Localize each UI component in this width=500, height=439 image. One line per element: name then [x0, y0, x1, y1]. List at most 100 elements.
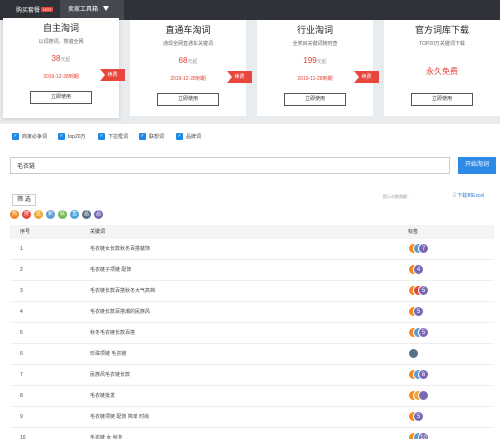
tag-blue-ocean-icon[interactable]: 蓝	[34, 210, 43, 219]
header-keyword: 关键词	[90, 229, 106, 235]
filter-dropdown-keywords[interactable]: ✓ 下拉框词	[98, 133, 128, 143]
card-official-download: 官方词库下载 TOP20万关键词下载 永久免费 立即使用	[384, 20, 500, 116]
card-price: 68元起	[130, 56, 246, 65]
table-header: 序号 关键词 标签	[10, 225, 494, 239]
tag-hot-icon[interactable]: 热	[10, 210, 19, 219]
buy-package-tab[interactable]: 购买套餐 HOT	[16, 0, 54, 20]
card-desc: TOP20万关键词下载	[419, 41, 465, 47]
row-number: 7	[20, 372, 23, 378]
row-keyword: 毛衣链子项链 配饰	[90, 267, 132, 273]
use-now-button[interactable]: 立即使用	[30, 91, 92, 104]
chevron-down-icon	[103, 6, 110, 11]
keyword-tag-icon: 5	[413, 411, 424, 422]
card-title: 官方词库下载	[414, 25, 469, 35]
row-keyword: 毛衣链批发	[90, 393, 116, 399]
top-navigation: 购买套餐 HOT 卖家工具箱	[0, 0, 500, 20]
use-now-button[interactable]: 立即使用	[411, 93, 473, 106]
row-keyword: 毛衣链 女 秋冬	[90, 435, 123, 439]
table-row[interactable]: 6 珍珠项链 毛衣链	[10, 344, 494, 365]
card-expire: 2019-11-28到期	[297, 76, 333, 82]
product-cards: 自主淘词 以词搜词，搜遍全网 38元起 2019-12-28到期 续费 立即使用…	[0, 18, 500, 118]
quota-hint: 提示次数限额：	[383, 194, 411, 199]
tag-associate-icon[interactable]: 联	[58, 210, 67, 219]
tag-brand-icon[interactable]: 品	[82, 210, 91, 219]
keyword-search-input[interactable]	[10, 157, 450, 174]
row-number: 9	[20, 414, 23, 420]
filter-brand-keywords[interactable]: ✓ 品牌词	[176, 133, 201, 143]
header-tags: 标签	[408, 229, 419, 235]
use-now-button[interactable]: 立即使用	[157, 93, 219, 106]
hot-badge: HOT	[41, 7, 54, 12]
price-unit: 元起	[60, 57, 71, 63]
row-number: 4	[20, 309, 23, 315]
filter-associated-keywords[interactable]: ✓ 联想词	[139, 133, 164, 143]
card-expire: 2019-12-28到期	[43, 74, 79, 80]
keyword-tag-icon: 5	[413, 306, 424, 317]
card-title: 自主淘词	[42, 23, 79, 33]
keyword-tag-icon	[418, 390, 429, 401]
start-search-button[interactable]: 开始淘词	[458, 157, 496, 174]
table-row[interactable]: 3 毛衣链长款百搭秋冬大气高档 5	[10, 281, 494, 302]
row-number: 10	[20, 435, 26, 439]
row-keyword: 民族风毛衣链长款	[90, 372, 131, 378]
header-no: 序号	[20, 229, 31, 235]
keyword-tag-icon: 7	[418, 243, 429, 254]
price-unit: 元起	[316, 59, 327, 65]
filter-merchant-keywords[interactable]: ✓ 商家必争词	[12, 133, 47, 143]
row-keyword: 毛衣链长款百搭潮的民族风	[90, 309, 151, 315]
table-row[interactable]: 1 毛衣链女长款秋冬百搭装饰 7	[10, 239, 494, 260]
tag-ztc-icon[interactable]: 直	[70, 210, 79, 219]
card-title: 行业淘词	[296, 25, 333, 35]
row-keyword: 毛衣链长款百搭秋冬大气高档	[90, 288, 156, 294]
buy-package-label: 购买套餐	[16, 8, 41, 14]
table-row[interactable]: 10 毛衣链 女 秋冬 10	[10, 428, 494, 439]
card-self-keyword: 自主淘词 以词搜词，搜遍全网 38元起 2019-12-28到期 续费 立即使用	[3, 18, 125, 118]
tag-new-icon[interactable]: 新	[46, 210, 55, 219]
row-number: 1	[20, 246, 23, 252]
row-keyword: 珍珠项链 毛衣链	[90, 351, 127, 357]
keyword-tag-icon: 5	[418, 327, 429, 338]
checkbox-checked-icon: ✓	[98, 133, 105, 140]
filter-button[interactable]: 筛 选	[12, 194, 36, 206]
keyword-search-panel: ✓商家必争词 ✓top20万 ✓下拉框词 ✓联想词 ✓品牌词 开始淘词 筛 选 …	[0, 124, 500, 439]
seller-tools-tab[interactable]: 卖家工具箱	[60, 0, 124, 20]
card-industry-keyword: 行业淘词 全类目关键词随时查 199元起 2019-11-28到期 续费 立即使…	[257, 20, 379, 116]
keyword-tag-icon: 10	[418, 432, 429, 439]
row-number: 2	[20, 267, 23, 273]
price-value: 199	[303, 56, 317, 65]
table-row[interactable]: 4 毛衣链长款百搭潮的民族风 5	[10, 302, 494, 323]
card-price: 38元起	[3, 54, 119, 63]
table-row[interactable]: 8 毛衣链批发	[10, 386, 494, 407]
row-number: 6	[20, 351, 23, 357]
row-keyword: 毛衣链项链 配饰 简单 时尚	[90, 414, 150, 420]
table-row[interactable]: 7 民族风毛衣链长款 6	[10, 365, 494, 386]
table-row[interactable]: 5 秋冬毛衣链长款百搭 5	[10, 323, 494, 344]
checkbox-checked-icon: ✓	[12, 133, 19, 140]
tag-search-icon[interactable]: 搜	[22, 210, 31, 219]
card-desc: 以词搜词，搜遍全网	[38, 39, 84, 45]
row-number: 5	[20, 330, 23, 336]
tag-category-icon[interactable]: 品	[94, 210, 103, 219]
keyword-tag-icon: 4	[413, 264, 424, 275]
row-number: 8	[20, 393, 23, 399]
table-row[interactable]: 9 毛衣链项链 配饰 简单 时尚 5	[10, 407, 494, 428]
table-row[interactable]: 2 毛衣链子项链 配饰 4	[10, 260, 494, 281]
card-expire: 2019-12-28到期	[170, 76, 206, 82]
filter-top20w[interactable]: ✓ top20万	[58, 133, 86, 143]
row-number: 3	[20, 288, 23, 294]
checkbox-checked-icon: ✓	[58, 133, 65, 140]
card-title: 直通车淘词	[165, 25, 211, 35]
card-desc: 全类目关键词随时查	[292, 41, 338, 47]
price-unit: 元起	[187, 59, 198, 65]
free-forever-label: 永久免费	[426, 67, 458, 76]
download-excel-link[interactable]: ⇩下载到Excel	[452, 192, 484, 199]
card-desc: 通现全网直通车关键词	[162, 41, 213, 47]
use-now-button[interactable]: 立即使用	[284, 93, 346, 106]
row-keyword: 秋冬毛衣链长款百搭	[90, 330, 136, 336]
keyword-tag-icon: 6	[418, 369, 429, 380]
checkbox-checked-icon: ✓	[139, 133, 146, 140]
card-price: 199元起	[257, 56, 373, 65]
seller-tools-label: 卖家工具箱	[68, 7, 99, 13]
checkbox-checked-icon: ✓	[176, 133, 183, 140]
card-ztc-keyword: 直通车淘词 通现全网直通车关键词 68元起 2019-12-28到期 续费 立即…	[130, 20, 252, 116]
